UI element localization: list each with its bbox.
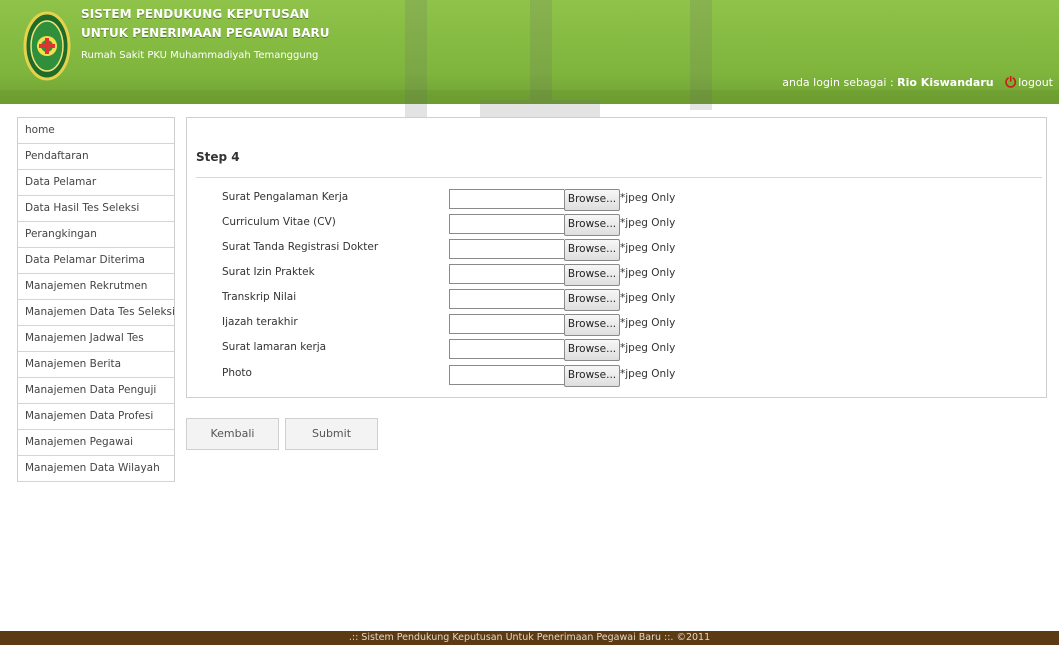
- sidebar-menu: home Pendaftaran Data Pelamar Data Hasil…: [17, 117, 175, 482]
- browse-button[interactable]: Browse...: [564, 289, 620, 311]
- jpeg-only-note: *jpeg Only: [620, 317, 676, 329]
- field-label: Surat lamaran kerja: [222, 341, 327, 353]
- jpeg-only-note: *jpeg Only: [620, 192, 676, 204]
- header-bar: SISTEM PENDUKUNG KEPUTUSAN UNTUK PENERIM…: [0, 0, 1059, 104]
- form-row-surat-tanda-registrasi-dokter: Surat Tanda Registrasi Dokter Browse... …: [222, 239, 1042, 261]
- sidebar-item-pendaftaran[interactable]: Pendaftaran: [18, 144, 174, 170]
- field-label: Surat Izin Praktek: [222, 266, 315, 278]
- browse-button[interactable]: Browse...: [564, 189, 620, 211]
- sidebar-item-data-hasil-tes-seleksi[interactable]: Data Hasil Tes Seleksi: [18, 196, 174, 222]
- form-row-surat-izin-praktek: Surat Izin Praktek Browse... *jpeg Only: [222, 264, 1042, 286]
- form-row-curriculum-vitae: Curriculum Vitae (CV) Browse... *jpeg On…: [222, 214, 1042, 236]
- file-path-input[interactable]: [449, 264, 564, 284]
- sidebar-item-manajemen-data-profesi[interactable]: Manajemen Data Profesi: [18, 404, 174, 430]
- username: Rio Kiswandaru: [897, 76, 994, 89]
- form-row-photo: Photo Browse... *jpeg Only: [222, 365, 1042, 387]
- sidebar-item-manajemen-berita[interactable]: Manajemen Berita: [18, 352, 174, 378]
- app-title-line1: SISTEM PENDUKUNG KEPUTUSAN: [81, 7, 310, 21]
- hospital-logo: [23, 11, 71, 81]
- file-path-input[interactable]: [449, 365, 564, 385]
- sidebar-item-manajemen-data-penguji[interactable]: Manajemen Data Penguji: [18, 378, 174, 404]
- jpeg-only-note: *jpeg Only: [620, 242, 676, 254]
- header-stripe: [0, 90, 1059, 104]
- field-label: Ijazah terakhir: [222, 316, 298, 328]
- file-path-input[interactable]: [449, 214, 564, 234]
- power-icon[interactable]: ⏻: [1005, 75, 1016, 91]
- file-path-input[interactable]: [449, 314, 564, 334]
- form-row-transkrip-nilai: Transkrip Nilai Browse... *jpeg Only: [222, 289, 1042, 311]
- upload-form-panel: Step 4 Surat Pengalaman Kerja Browse... …: [186, 117, 1047, 398]
- sidebar-item-manajemen-rekrutmen[interactable]: Manajemen Rekrutmen: [18, 274, 174, 300]
- browse-button[interactable]: Browse...: [564, 365, 620, 387]
- login-prefix: anda login sebagai :: [782, 76, 894, 89]
- jpeg-only-note: *jpeg Only: [620, 217, 676, 229]
- jpeg-only-note: *jpeg Only: [620, 368, 676, 380]
- sidebar-item-manajemen-pegawai[interactable]: Manajemen Pegawai: [18, 430, 174, 456]
- jpeg-only-note: *jpeg Only: [620, 267, 676, 279]
- file-path-input[interactable]: [449, 339, 564, 359]
- browse-button[interactable]: Browse...: [564, 264, 620, 286]
- sidebar-item-manajemen-data-tes-seleksi[interactable]: Manajemen Data Tes Seleksi: [18, 300, 175, 326]
- back-button[interactable]: Kembali: [186, 418, 279, 450]
- browse-button[interactable]: Browse...: [564, 214, 620, 236]
- logout-link[interactable]: logout: [1018, 76, 1053, 89]
- field-label: Transkrip Nilai: [222, 291, 297, 303]
- app-title-line2: UNTUK PENERIMAAN PEGAWAI BARU: [81, 26, 330, 40]
- sidebar-item-data-pelamar[interactable]: Data Pelamar: [18, 170, 174, 196]
- browse-button[interactable]: Browse...: [564, 339, 620, 361]
- sidebar-item-data-pelamar-diterima[interactable]: Data Pelamar Diterima: [18, 248, 174, 274]
- field-label: Surat Pengalaman Kerja: [222, 191, 349, 203]
- sidebar-item-perangkingan[interactable]: Perangkingan: [18, 222, 174, 248]
- field-label: Surat Tanda Registrasi Dokter: [222, 241, 379, 253]
- jpeg-only-note: *jpeg Only: [620, 342, 676, 354]
- app-subtitle: Rumah Sakit PKU Muhammadiyah Temanggung: [81, 50, 319, 61]
- field-label: Photo: [222, 367, 252, 379]
- sidebar-item-manajemen-data-wilayah[interactable]: Manajemen Data Wilayah: [18, 456, 174, 482]
- form-row-surat-pengalaman-kerja: Surat Pengalaman Kerja Browse... *jpeg O…: [222, 189, 1042, 211]
- footer-bar: .:: Sistem Pendukung Keputusan Untuk Pen…: [0, 631, 1059, 645]
- sidebar-item-home[interactable]: home: [18, 118, 174, 144]
- step-title: Step 4: [196, 150, 240, 164]
- field-label: Curriculum Vitae (CV): [222, 216, 336, 228]
- jpeg-only-note: *jpeg Only: [620, 292, 676, 304]
- form-row-surat-lamaran-kerja: Surat lamaran kerja Browse... *jpeg Only: [222, 339, 1042, 361]
- login-info: anda login sebagai : Rio Kiswandaru ⏻ log…: [782, 75, 1053, 91]
- file-path-input[interactable]: [449, 189, 564, 209]
- browse-button[interactable]: Browse...: [564, 314, 620, 336]
- browse-button[interactable]: Browse...: [564, 239, 620, 261]
- file-path-input[interactable]: [449, 239, 564, 259]
- step-divider: [196, 177, 1042, 178]
- form-row-ijazah-terakhir: Ijazah terakhir Browse... *jpeg Only: [222, 314, 1042, 336]
- submit-button[interactable]: Submit: [285, 418, 378, 450]
- file-path-input[interactable]: [449, 289, 564, 309]
- sidebar-item-manajemen-jadwal-tes[interactable]: Manajemen Jadwal Tes: [18, 326, 174, 352]
